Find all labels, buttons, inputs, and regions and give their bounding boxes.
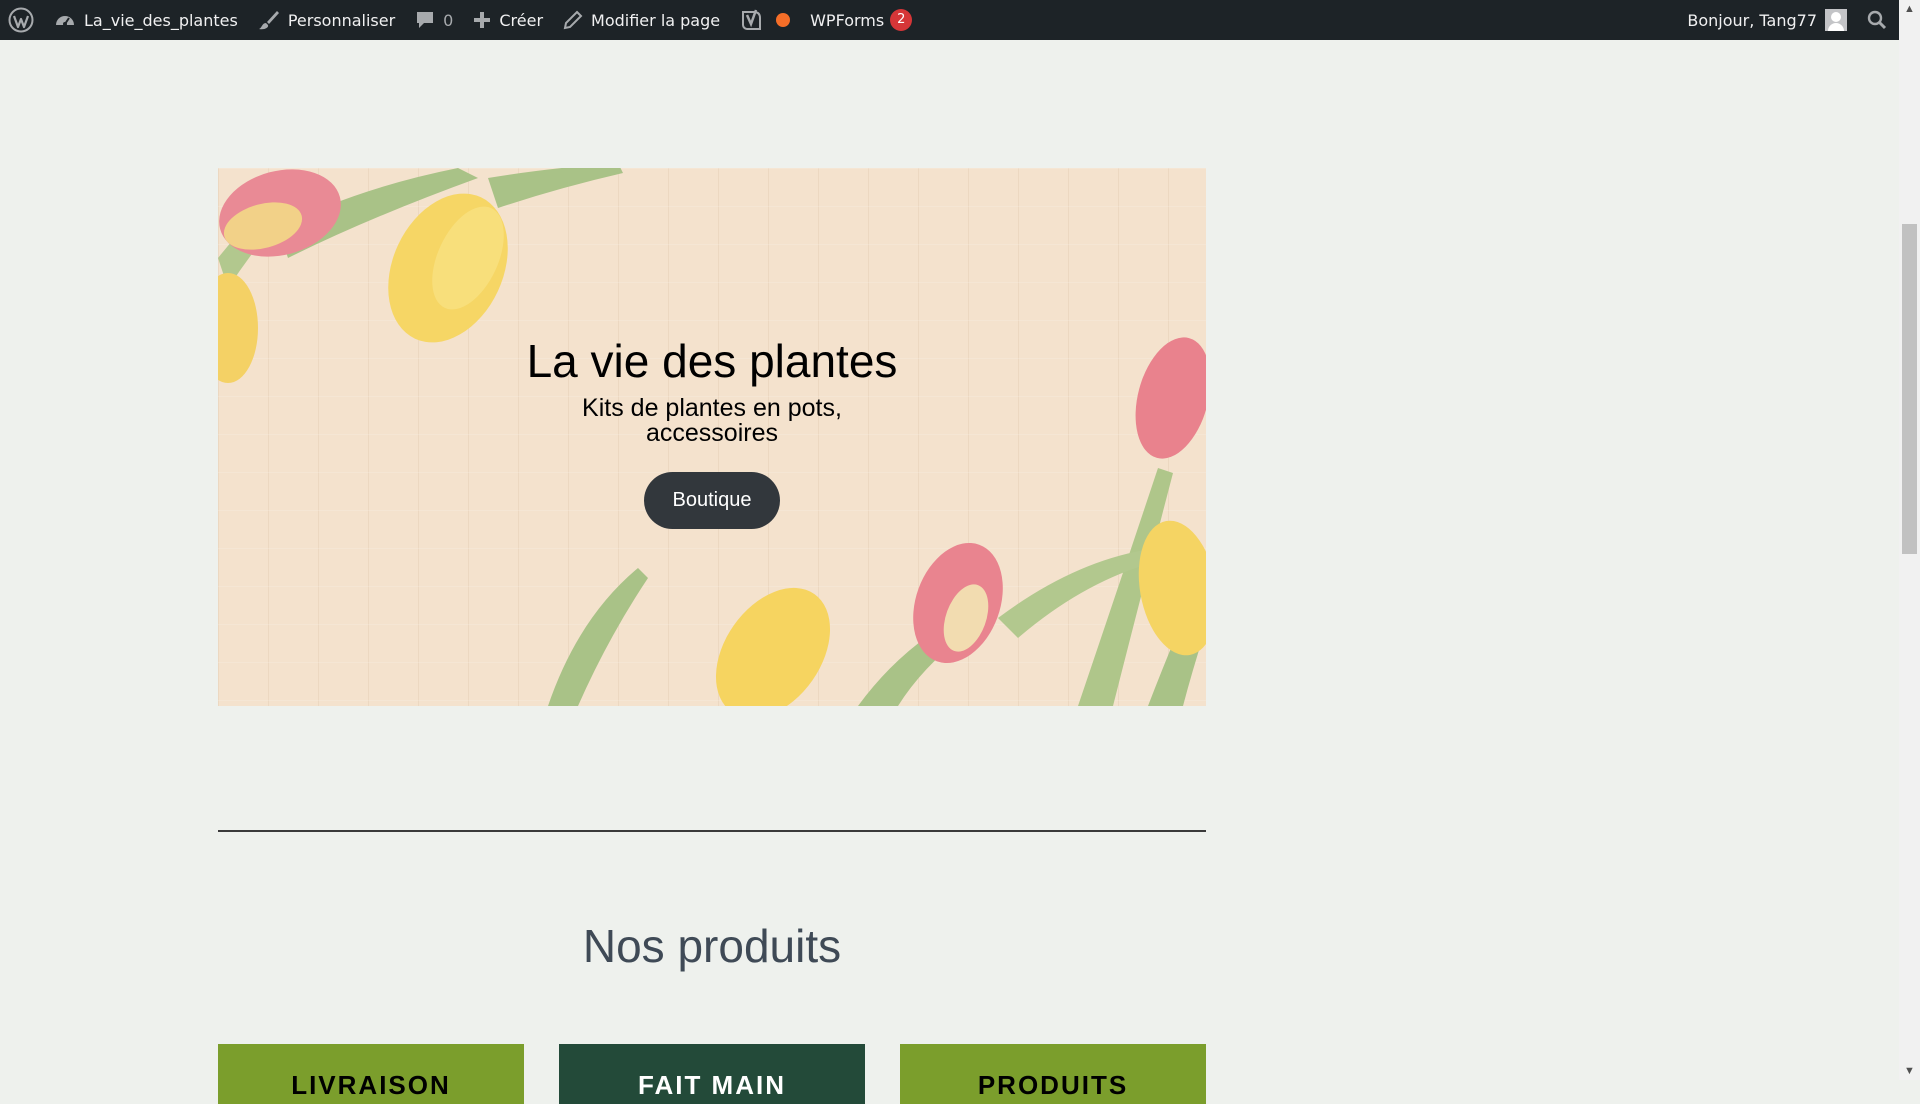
edit-page-link[interactable]: Modifier la page [553,0,730,40]
edit-page-label: Modifier la page [591,10,721,30]
product-card-label: FAIT MAIN [638,1070,786,1100]
product-card-label: LIVRAISON [291,1070,451,1100]
shop-button[interactable]: Boutique [643,472,781,529]
product-card-label: PRODUITS [977,1070,1129,1100]
customize-label: Personnaliser [287,10,396,30]
wordpress-logo-button[interactable] [0,0,44,40]
scrollbar-thumb[interactable] [1902,224,1917,554]
section-separator [218,830,1206,832]
site-name-link[interactable]: La_vie_des_plantes [44,0,248,40]
scroll-down-arrow-icon[interactable]: ▼ [1899,1062,1920,1080]
pencil-icon [563,10,583,30]
admin-bar: La_vie_des_plantes Personnaliser 0 Créer… [0,0,1899,40]
paintbrush-icon [258,9,280,31]
wpforms-menu[interactable]: WPForms 2 [800,0,922,40]
wpforms-label: WPForms [810,10,885,30]
avatar [1825,9,1847,31]
new-content-label: Créer [499,10,544,30]
product-card-handmade[interactable]: FAIT MAIN [559,1044,865,1104]
comments-link[interactable]: 0 [405,0,463,40]
new-content-link[interactable]: Créer [463,0,553,40]
wpforms-notification-badge: 2 [890,9,913,31]
greeting-label: Bonjour, Tang77 [1687,10,1817,30]
customize-link[interactable]: Personnaliser [248,0,405,40]
plus-icon [473,11,491,29]
scroll-up-arrow-icon[interactable]: ▲ [1899,0,1920,18]
yoast-seo-icon [740,8,764,32]
comments-count: 0 [443,10,454,30]
seo-status-dot [776,13,791,27]
search-icon [1867,10,1887,30]
vertical-scrollbar[interactable]: ▲ ▼ [1899,0,1920,1080]
products-section-title: Nos produits [582,920,842,972]
search-button[interactable] [1857,0,1899,40]
product-card-products[interactable]: PRODUITS [900,1044,1206,1104]
hero-cover: La vie des plantes Kits de plantes en po… [218,168,1206,706]
hero-title: La vie des plantes [526,335,898,387]
hero-subtitle: Kits de plantes en pots, accessoires [582,394,842,447]
seo-plugin-menu[interactable] [730,0,800,40]
dashboard-icon [54,10,76,30]
product-card-delivery[interactable]: LIVRAISON [218,1044,524,1104]
hero-content: La vie des plantes Kits de plantes en po… [218,334,1206,529]
site-name-label: La_vie_des_plantes [84,10,238,30]
account-menu[interactable]: Bonjour, Tang77 [1677,0,1857,40]
comment-bubble-icon [415,10,435,30]
admin-bar-secondary: Bonjour, Tang77 [1677,0,1899,40]
wordpress-logo-icon [8,7,34,33]
